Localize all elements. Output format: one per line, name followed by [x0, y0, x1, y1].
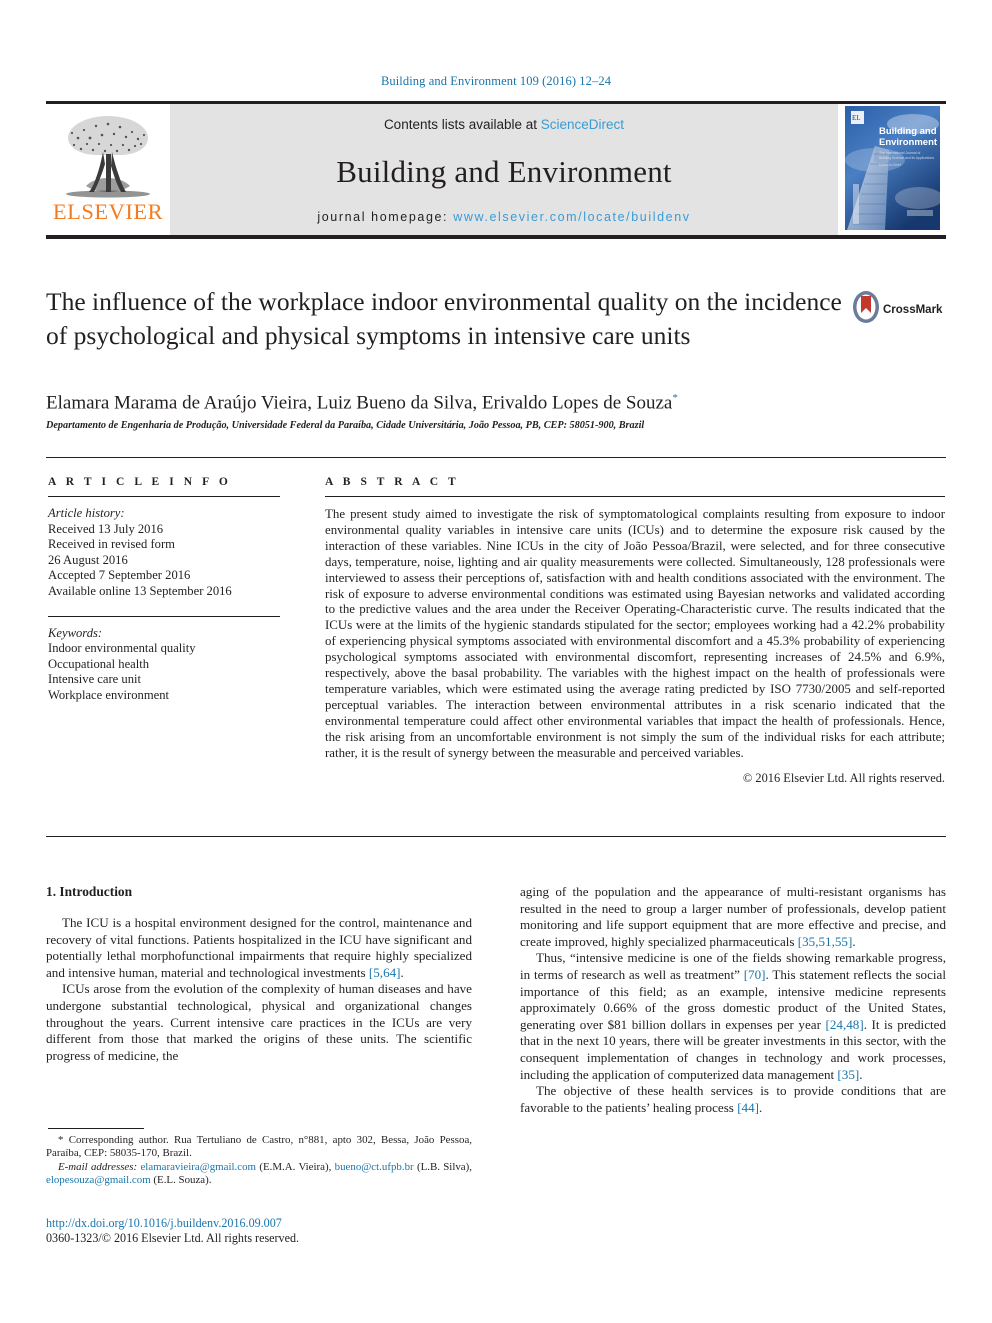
citation-link[interactable]: [5,64] [369, 965, 401, 980]
email-link-2[interactable]: bueno@ct.ufpb.br [335, 1161, 414, 1173]
journal-masthead: ELSEVIER Contents lists available at Sci… [46, 101, 946, 239]
abstract-heading: A B S T R A C T [325, 476, 460, 488]
citation-link[interactable]: [35,51,55] [798, 934, 853, 949]
citation-link[interactable]: [24,48] [826, 1017, 864, 1032]
intro-p1-text: The ICU is a hospital environment design… [46, 915, 472, 980]
keyword-item: Indoor environmental quality [48, 641, 196, 656]
svg-text:The International Journal of: The International Journal of [879, 151, 920, 155]
masthead-bottom-rule [46, 235, 946, 239]
intro-p5-a: The objective of these health services i… [520, 1083, 946, 1115]
email-owner-2: (L.B. Silva), [413, 1160, 472, 1173]
footnote-separator [48, 1128, 144, 1129]
citation-link[interactable]: [35] [837, 1067, 859, 1082]
article-info-heading: A R T I C L E I N F O [48, 476, 232, 488]
abstract-column: A B S T R A C T The present study aimed … [325, 476, 945, 786]
intro-paragraph-2: ICUs arose from the evolution of the com… [46, 981, 472, 1063]
intro-paragraph-4: Thus, “intensive medicine is one of the … [520, 950, 946, 1083]
page-title: The influence of the workplace indoor en… [46, 287, 842, 350]
email-link-3[interactable]: elopesouza@gmail.com [46, 1174, 151, 1186]
email-owner-1: (E.M.A. Vieira), [256, 1160, 335, 1173]
keywords-list: Keywords: Indoor environmental quality O… [48, 626, 280, 704]
intro-p5-b: . [759, 1099, 763, 1115]
contents-available-line: Contents lists available at ScienceDirec… [384, 117, 624, 132]
title-area: The influence of the workplace indoor en… [46, 285, 946, 353]
homepage-url-link[interactable]: www.elsevier.com/locate/buildenv [453, 210, 690, 224]
history-item: Received in revised form [48, 537, 175, 552]
intro-paragraph-1: The ICU is a hospital environment design… [46, 915, 472, 981]
keyword-item: Workplace environment [48, 687, 170, 702]
issn-copyright-line: 0360-1323/© 2016 Elsevier Ltd. All right… [46, 1231, 300, 1245]
journal-cover-image: EL Building and Environment The Internat… [844, 106, 940, 230]
history-item: Available online 13 September 2016 [48, 583, 232, 598]
history-item: 26 August 2016 [48, 552, 128, 567]
abstract-text: The present study aimed to investigate t… [325, 507, 945, 760]
intro-paragraph-3: aging of the population and the appearan… [520, 884, 946, 950]
corresponding-author-marker: * [672, 392, 678, 404]
affiliation: Departamento de Engenharia de Produção, … [46, 420, 645, 431]
email-owner-3: (E.L. Souza). [150, 1174, 212, 1187]
history-item: Received 13 July 2016 [48, 521, 164, 536]
email-addresses-note: E-mail addresses: elamaravieira@gmail.co… [46, 1161, 472, 1188]
corresponding-author-note: * Corresponding author. Rua Tertuliano d… [46, 1134, 472, 1161]
elsevier-logo: ELSEVIER [46, 104, 170, 235]
contents-prefix: Contents lists available at [383, 116, 541, 132]
svg-text:Editor-in-Chief: Editor-in-Chief [879, 163, 901, 167]
article-history-label: Article history: [48, 506, 125, 520]
journal-band: Contents lists available at ScienceDirec… [170, 104, 838, 235]
copyright-line: © 2016 Elsevier Ltd. All rights reserved… [742, 770, 945, 785]
email-label: E-mail addresses: [58, 1160, 138, 1173]
keywords-label: Keywords: [48, 625, 103, 640]
doi-link[interactable]: http://dx.doi.org/10.1016/j.buildenv.201… [46, 1216, 472, 1231]
intro-p4-d: . [859, 1066, 863, 1082]
body-column-right: aging of the population and the appearan… [520, 884, 946, 1204]
abstract-rule [325, 496, 945, 497]
intro-paragraph-5: The objective of these health services i… [520, 1083, 946, 1116]
intro-p3-end: . [852, 933, 856, 949]
history-item: Accepted 7 September 2016 [48, 568, 191, 583]
footer-doi-block: http://dx.doi.org/10.1016/j.buildenv.201… [46, 1216, 472, 1246]
article-history: Article history: Received 13 July 2016 R… [48, 506, 280, 600]
journal-cover: EL Building and Environment The Internat… [838, 104, 946, 235]
intro-p1-end: . [400, 964, 404, 980]
elsevier-tree-icon [66, 116, 150, 198]
paper-page: Building and Environment 109 (2016) 12–2… [0, 0, 992, 1323]
citation-link[interactable]: [44] [737, 1100, 759, 1115]
homepage-prefix: journal homepage: [317, 209, 454, 224]
keyword-item: Occupational health [48, 656, 150, 671]
article-info-column: A R T I C L E I N F O Article history: R… [48, 476, 280, 704]
footnote-block: * Corresponding author. Rua Tertuliano d… [46, 1134, 472, 1188]
citation-link[interactable]: [70] [744, 967, 766, 982]
svg-text:Environment: Environment [879, 137, 938, 148]
running-head: Building and Environment 109 (2016) 12–2… [380, 74, 612, 88]
keywords-rule [48, 615, 280, 617]
svg-text:Building Science and its Appli: Building Science and its Applications [879, 156, 934, 160]
keyword-item: Intensive care unit [48, 672, 142, 687]
authors-text: Elamara Marama de Araújo Vieira, Luiz Bu… [46, 392, 673, 414]
abstract-block-bottom-rule [46, 836, 946, 837]
crossmark-badge[interactable]: CrossMark [850, 287, 946, 337]
journal-homepage-line: journal homepage: www.elsevier.com/locat… [317, 210, 690, 224]
corresponding-author-text: Corresponding author. Rua Tertuliano de … [46, 1134, 472, 1160]
sciencedirect-link[interactable]: ScienceDirect [541, 117, 624, 132]
intro-p3-text: aging of the population and the appearan… [520, 884, 946, 949]
article-info-rule [48, 496, 280, 497]
author-list: Elamara Marama de Araújo Vieira, Luiz Bu… [46, 392, 946, 414]
abstract-block-top-rule [46, 457, 946, 458]
journal-title: Building and Environment [336, 153, 672, 189]
svg-text:CrossMark: CrossMark [883, 304, 943, 316]
svg-text:Building and: Building and [879, 126, 937, 137]
crossmark-icon: CrossMark [853, 291, 943, 323]
svg-text:EL: EL [852, 114, 861, 122]
elsevier-wordmark: ELSEVIER [52, 199, 164, 224]
email-link-1[interactable]: elamaravieira@gmail.com [140, 1161, 256, 1173]
introduction-heading: 1. Introduction [46, 884, 133, 899]
